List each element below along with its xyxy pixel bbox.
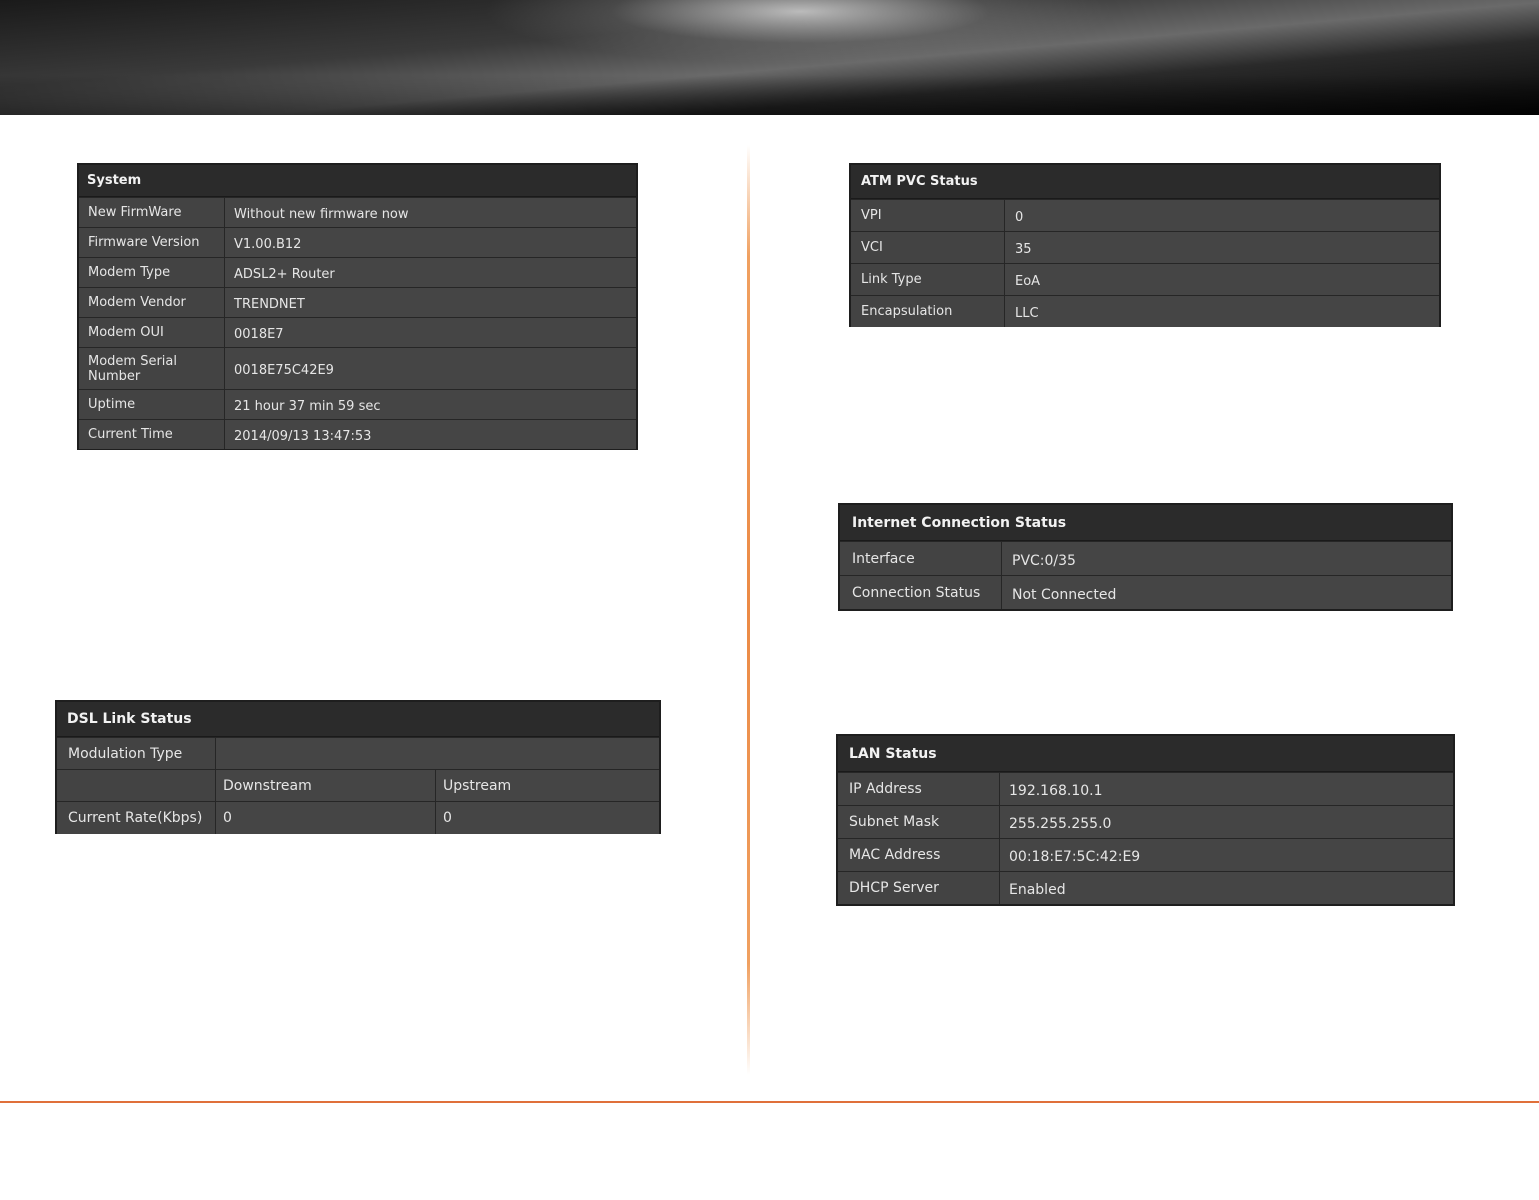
row-value: PVC:0/35	[1001, 542, 1451, 575]
system-row-current-time: Current Time 2014/09/13 13:47:53	[79, 419, 636, 449]
atm-row-encapsulation: Encapsulation LLC	[851, 295, 1439, 327]
internet-row-connection-status: Connection Status Not Connected	[840, 575, 1451, 609]
row-label: New FirmWare	[79, 198, 224, 227]
row-label: IP Address	[838, 773, 999, 805]
system-row-modem-oui: Modem OUI 0018E7	[79, 317, 636, 347]
row-label: Encapsulation	[851, 296, 1004, 327]
row-label: Interface	[840, 542, 1001, 575]
atm-row-link-type: Link Type EoA	[851, 263, 1439, 295]
lan-status-panel: LAN Status IP Address 192.168.10.1 Subne…	[836, 734, 1455, 906]
current-rate-label: Current Rate(Kbps)	[57, 802, 215, 834]
internet-status-panel: Internet Connection Status Interface PVC…	[838, 503, 1453, 611]
row-value: LLC	[1004, 296, 1439, 327]
dsl-row-header: Downstream Upstream	[57, 769, 659, 801]
lan-row-ip-address: IP Address 192.168.10.1	[838, 772, 1453, 805]
upstream-rate-value: 0	[435, 802, 659, 834]
atm-title: ATM PVC Status	[851, 165, 1439, 199]
lan-title: LAN Status	[838, 736, 1453, 772]
row-label: DHCP Server	[838, 872, 999, 904]
row-label: Firmware Version	[79, 228, 224, 257]
row-value: 192.168.10.1	[999, 773, 1453, 805]
system-row-firmware-version: Firmware Version V1.00.B12	[79, 227, 636, 257]
row-value: 0018E7	[224, 318, 636, 347]
system-row-modem-vendor: Modem Vendor TRENDNET	[79, 287, 636, 317]
row-value: EoA	[1004, 264, 1439, 295]
row-value: V1.00.B12	[224, 228, 636, 257]
row-value: 0018E75C42E9	[224, 348, 636, 389]
modulation-label: Modulation Type	[57, 738, 215, 769]
row-value: TRENDNET	[224, 288, 636, 317]
row-value: 0	[1004, 200, 1439, 231]
system-row-modem-serial: Modem Serial Number 0018E75C42E9	[79, 347, 636, 389]
row-label: Subnet Mask	[838, 806, 999, 838]
row-label: Connection Status	[840, 576, 1001, 609]
modulation-value	[215, 738, 659, 769]
row-label: VPI	[851, 200, 1004, 231]
row-value: ADSL2+ Router	[224, 258, 636, 287]
internet-row-interface: Interface PVC:0/35	[840, 541, 1451, 575]
internet-title: Internet Connection Status	[840, 505, 1451, 541]
row-label: Modem Type	[79, 258, 224, 287]
row-value: Enabled	[999, 872, 1453, 904]
row-label: MAC Address	[838, 839, 999, 871]
atm-pvc-panel: ATM PVC Status VPI 0 VCI 35 Link Type Eo…	[849, 163, 1441, 327]
row-label: Modem Vendor	[79, 288, 224, 317]
header-banner	[0, 0, 1539, 115]
row-value: 2014/09/13 13:47:53	[224, 420, 636, 449]
system-title: System	[79, 165, 636, 197]
upstream-header: Upstream	[435, 770, 659, 801]
row-value: Not Connected	[1001, 576, 1451, 609]
row-label: Modem OUI	[79, 318, 224, 347]
empty-header-cell	[57, 770, 215, 801]
downstream-header: Downstream	[215, 770, 435, 801]
lan-row-subnet-mask: Subnet Mask 255.255.255.0	[838, 805, 1453, 838]
lan-row-mac-address: MAC Address 00:18:E7:5C:42:E9	[838, 838, 1453, 871]
dsl-row-modulation: Modulation Type	[57, 737, 659, 769]
atm-row-vci: VCI 35	[851, 231, 1439, 263]
dsl-title: DSL Link Status	[57, 702, 659, 737]
downstream-rate-value: 0	[215, 802, 435, 834]
dsl-row-current-rate: Current Rate(Kbps) 0 0	[57, 801, 659, 834]
row-label: Modem Serial Number	[79, 348, 224, 389]
footer-line	[0, 1101, 1539, 1103]
system-panel: System New FirmWare Without new firmware…	[77, 163, 638, 450]
row-label: Uptime	[79, 390, 224, 419]
row-value: 255.255.255.0	[999, 806, 1453, 838]
dsl-link-panel: DSL Link Status Modulation Type Downstre…	[55, 700, 661, 834]
row-value: 21 hour 37 min 59 sec	[224, 390, 636, 419]
system-row-modem-type: Modem Type ADSL2+ Router	[79, 257, 636, 287]
atm-row-vpi: VPI 0	[851, 199, 1439, 231]
row-value: Without new firmware now	[224, 198, 636, 227]
row-value: 00:18:E7:5C:42:E9	[999, 839, 1453, 871]
system-row-uptime: Uptime 21 hour 37 min 59 sec	[79, 389, 636, 419]
system-row-new-firmware: New FirmWare Without new firmware now	[79, 197, 636, 227]
row-label: Link Type	[851, 264, 1004, 295]
row-label: Current Time	[79, 420, 224, 449]
row-label: VCI	[851, 232, 1004, 263]
lan-row-dhcp-server: DHCP Server Enabled	[838, 871, 1453, 904]
row-value: 35	[1004, 232, 1439, 263]
page-divider	[747, 145, 750, 1075]
